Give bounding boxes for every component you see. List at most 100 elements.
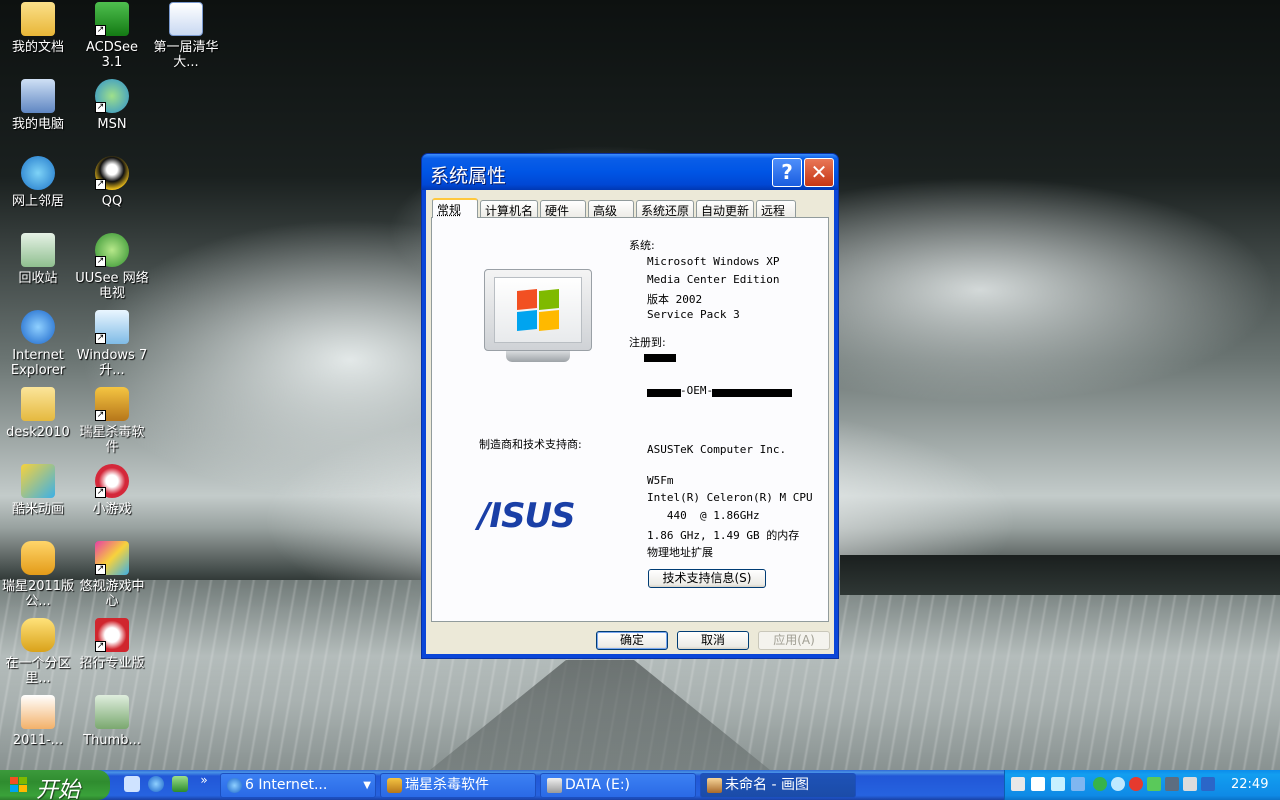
desktop-icon-word-doc[interactable]: 第一届清华大...: [148, 2, 224, 70]
tray-app-icon[interactable]: [1051, 777, 1065, 791]
system-line-os: Microsoft Windows XP: [647, 255, 780, 268]
chat-bubble-icon: [21, 541, 55, 575]
desktop-icon-jpg-2011[interactable]: 2011-...: [0, 695, 76, 748]
system-line-sp: Service Pack 3: [647, 308, 740, 321]
product-id-oem: -OEM-: [680, 384, 714, 397]
window-titlebar[interactable]: 系统属性 ? ✕: [422, 154, 838, 190]
task-rising-antivirus[interactable]: 瑞星杀毒软件: [380, 773, 536, 798]
lion-shield-icon: ↗: [95, 387, 129, 421]
desktop-icon-windows7-upgrade[interactable]: ↗ Windows 7 升...: [74, 310, 150, 378]
task-internet-explorer[interactable]: 6 Internet... ▼: [220, 773, 376, 798]
start-label: 开始: [36, 778, 81, 800]
desktop-icon-my-computer[interactable]: 我的电脑: [0, 79, 76, 132]
ie-icon: [227, 778, 242, 793]
ok-button[interactable]: 确定: [596, 631, 668, 650]
quicklaunch-more-icon[interactable]: »: [196, 772, 212, 788]
shortcut-arrow-icon: ↗: [95, 641, 106, 652]
monitor-tray-icon[interactable]: [1165, 777, 1179, 791]
desktop-icon-recycle-bin[interactable]: 回收站: [0, 233, 76, 286]
windows-flag-icon: [517, 288, 561, 334]
help-tray-icon[interactable]: [1031, 777, 1045, 791]
windows-monitor-icon: [484, 269, 592, 364]
desktop-icon-msn[interactable]: ↗ MSN: [74, 79, 150, 132]
start-button[interactable]: 开始: [0, 770, 110, 800]
shield-tray-icon[interactable]: [1129, 777, 1143, 791]
network-tray-icon[interactable]: [1201, 777, 1215, 791]
tab-automatic-updates[interactable]: 自动更新: [696, 200, 754, 218]
taskbar-clock[interactable]: 22:49: [1231, 777, 1268, 792]
recycle-bin-icon: [21, 233, 55, 267]
folder-icon: [21, 387, 55, 421]
network-globe-icon: [21, 156, 55, 190]
kumi-animation-icon: [21, 464, 55, 498]
desktop-icon-kumi[interactable]: 酷米动画: [0, 464, 76, 517]
support-info-button[interactable]: 技术支持信息(S): [648, 569, 766, 588]
apply-button[interactable]: 应用(A): [758, 631, 830, 650]
system-label: 系统:: [629, 239, 655, 252]
tab-general[interactable]: 常规: [432, 198, 478, 218]
uusee-logo-icon: ↗: [95, 233, 129, 267]
close-button[interactable]: ✕: [804, 158, 834, 187]
tray-hidden-icon[interactable]: [1071, 777, 1085, 791]
quicklaunch-desktop-icon[interactable]: [124, 776, 140, 792]
task-data-drive[interactable]: DATA (E:): [540, 773, 696, 798]
cancel-button[interactable]: 取消: [677, 631, 749, 650]
general-tab-panel: 系统: Microsoft Windows XP Media Center Ed…: [431, 217, 829, 622]
tab-computer-name[interactable]: 计算机名: [480, 200, 538, 218]
tab-system-restore[interactable]: 系统还原: [636, 200, 694, 218]
asus-logo: /ISUS: [478, 496, 576, 536]
system-properties-window[interactable]: 系统属性 ? ✕ 常规 计算机名 硬件 高级 系统还原 自动更新 远程 系统: …: [421, 153, 839, 659]
computer-icon: [21, 79, 55, 113]
shortcut-arrow-icon: ↗: [95, 564, 106, 575]
shortcut-arrow-icon: ↗: [95, 410, 106, 421]
quicklaunch-ie-icon[interactable]: [148, 776, 164, 792]
tab-hardware[interactable]: 硬件: [540, 200, 586, 218]
shortcut-arrow-icon: ↗: [95, 179, 106, 190]
task-group-arrow-icon: ▼: [363, 780, 371, 791]
system-line-edition: Media Center Edition: [647, 273, 780, 286]
task-paint[interactable]: 未命名 - 画图: [700, 773, 856, 798]
desktop-icon-rising-2011[interactable]: 瑞星2011版公...: [0, 541, 76, 609]
volume-icon[interactable]: [1183, 777, 1197, 791]
desktop-icon-partition[interactable]: 在一个分区里...: [0, 618, 76, 686]
desktop-icon-mini-games[interactable]: ↗ 小游戏: [74, 464, 150, 517]
desktop-icon-desk2010[interactable]: desk2010: [0, 387, 76, 440]
word-document-icon: [169, 2, 203, 36]
desktop-icon-uusee[interactable]: ↗ UUSee 网络电视: [74, 233, 150, 301]
system-tray: 22:49: [1004, 770, 1280, 800]
redacted-product-id-part1: [647, 389, 681, 397]
cpu-line2: 440 @ 1.86GHz: [647, 509, 760, 522]
wireless-icon[interactable]: [1147, 777, 1161, 791]
desktop-icon-my-documents[interactable]: 我的文档: [0, 2, 76, 55]
acdsee-eye-icon: ↗: [95, 2, 129, 36]
shortcut-arrow-icon: ↗: [95, 487, 106, 498]
umbrella-icon[interactable]: [1093, 777, 1107, 791]
desktop-icon-network[interactable]: 网上邻居: [0, 156, 76, 209]
quicklaunch-media-icon[interactable]: [172, 776, 188, 792]
shortcut-arrow-icon: ↗: [95, 256, 106, 267]
desktop-icon-cmb[interactable]: ↗ 招行专业版: [74, 618, 150, 671]
desktop-icon-acdsee[interactable]: ↗ ACDSee 3.1: [74, 2, 150, 70]
model-name: W5Fm: [647, 474, 674, 487]
document-icon: ↗: [95, 310, 129, 344]
dialog-client-area: 常规 计算机名 硬件 高级 系统还原 自动更新 远程 系统: Microsoft…: [426, 190, 834, 654]
tab-remote[interactable]: 远程: [756, 200, 796, 218]
qq-penguin-icon: ↗: [95, 156, 129, 190]
gold-figure-icon: [21, 618, 55, 652]
system-line-version: 版本 2002: [647, 293, 703, 306]
desktop-icon-thumb[interactable]: Thumb...: [74, 695, 150, 748]
desktop-icon-rising-antivirus[interactable]: ↗ 瑞星杀毒软件: [74, 387, 150, 455]
help-button[interactable]: ?: [772, 158, 802, 187]
shortcut-arrow-icon: ↗: [95, 25, 106, 36]
desktop-icon-qq[interactable]: ↗ QQ: [74, 156, 150, 209]
desktop-icon-internet-explorer[interactable]: Internet Explorer: [0, 310, 76, 378]
cpu-line1: Intel(R) Celeron(R) M CPU: [647, 491, 813, 504]
manufacturer-label: 制造商和技术支持商:: [479, 438, 582, 451]
shortcut-arrow-icon: ↗: [95, 333, 106, 344]
pae-line: 物理地址扩展: [647, 546, 713, 559]
wallpaper-treeline: [840, 555, 1280, 595]
tab-advanced[interactable]: 高级: [588, 200, 634, 218]
keyboard-icon[interactable]: [1011, 777, 1025, 791]
desktop-icon-uusee-games[interactable]: ↗ 悠视游戏中心: [74, 541, 150, 609]
refresh-icon[interactable]: [1111, 777, 1125, 791]
